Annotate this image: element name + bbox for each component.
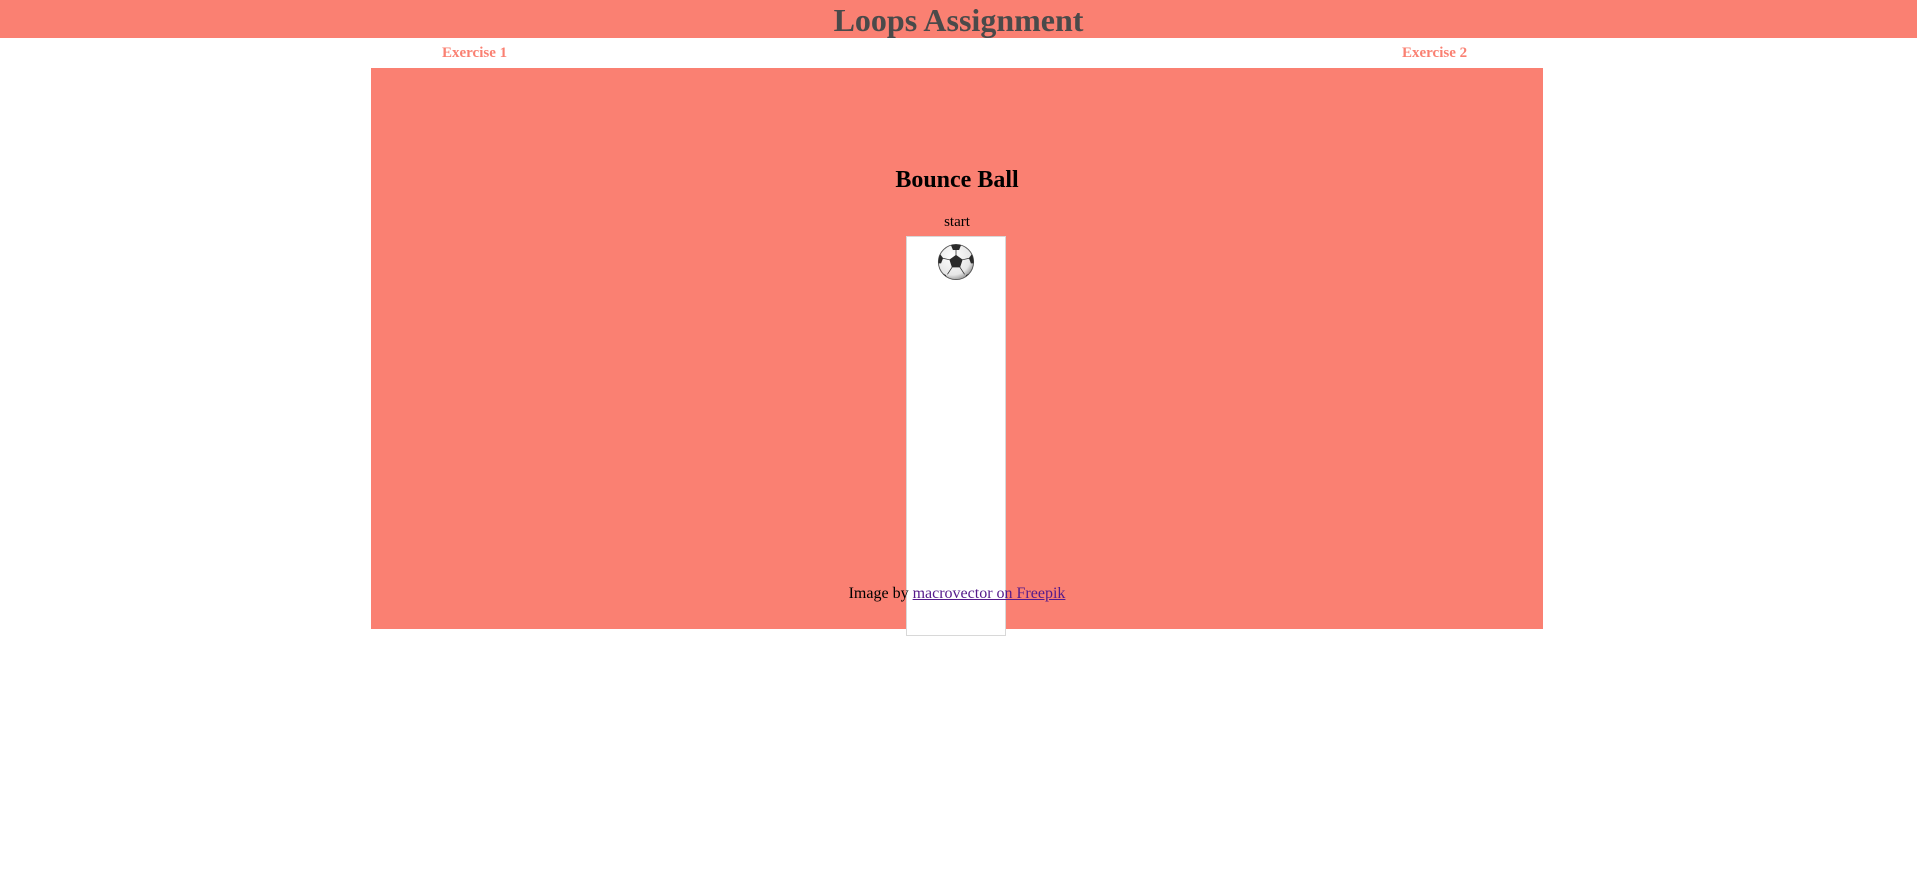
page-title: Loops Assignment	[833, 2, 1084, 38]
ball-container	[906, 236, 1006, 636]
soccer-ball-icon	[937, 243, 975, 281]
image-credit: Image by macrovector on Freepik	[371, 584, 1543, 604]
nav-link-exercise-2[interactable]: Exercise 2	[1402, 43, 1467, 63]
nav-link-exercise-1[interactable]: Exercise 1	[442, 43, 507, 63]
exercise-panel: Bounce Ball start Image by macrovector o…	[371, 68, 1543, 636]
section-heading: Bounce Ball	[895, 167, 1019, 193]
page-header: Loops Assignment	[0, 0, 1917, 38]
credit-prefix: Image by	[848, 585, 913, 602]
credit-link[interactable]: macrovector on Freepik	[913, 585, 1066, 602]
start-button[interactable]: start	[371, 213, 1543, 231]
